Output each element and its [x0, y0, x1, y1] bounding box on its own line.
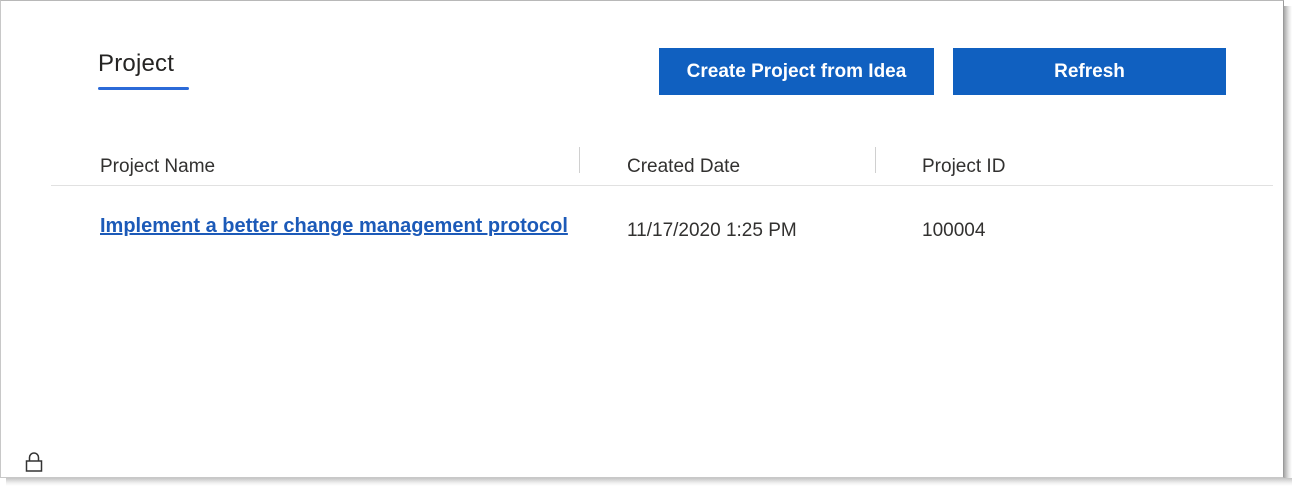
project-id-cell: 100004 — [922, 220, 986, 241]
column-separator[interactable] — [875, 147, 876, 173]
refresh-button[interactable]: Refresh — [953, 48, 1226, 95]
project-name-link[interactable]: Implement a better change management pro… — [100, 210, 570, 242]
created-date-cell: 11/17/2020 1:25 PM — [627, 220, 797, 241]
column-header-project-name[interactable]: Project Name — [100, 153, 215, 181]
column-separator[interactable] — [579, 147, 580, 173]
tab-active-indicator — [98, 87, 189, 90]
tab-project[interactable]: Project — [98, 49, 189, 91]
create-project-from-idea-button[interactable]: Create Project from Idea — [659, 48, 934, 95]
tab-project-label: Project — [98, 50, 175, 77]
lock-icon — [25, 452, 43, 472]
panel-shadow — [1284, 6, 1292, 484]
panel-shadow — [6, 478, 1292, 486]
project-subgrid-panel: Project Create Project from Idea Refresh… — [0, 0, 1284, 478]
column-header-project-id[interactable]: Project ID — [922, 153, 1005, 181]
header-divider — [51, 185, 1273, 186]
column-header-created-date[interactable]: Created Date — [627, 153, 740, 181]
